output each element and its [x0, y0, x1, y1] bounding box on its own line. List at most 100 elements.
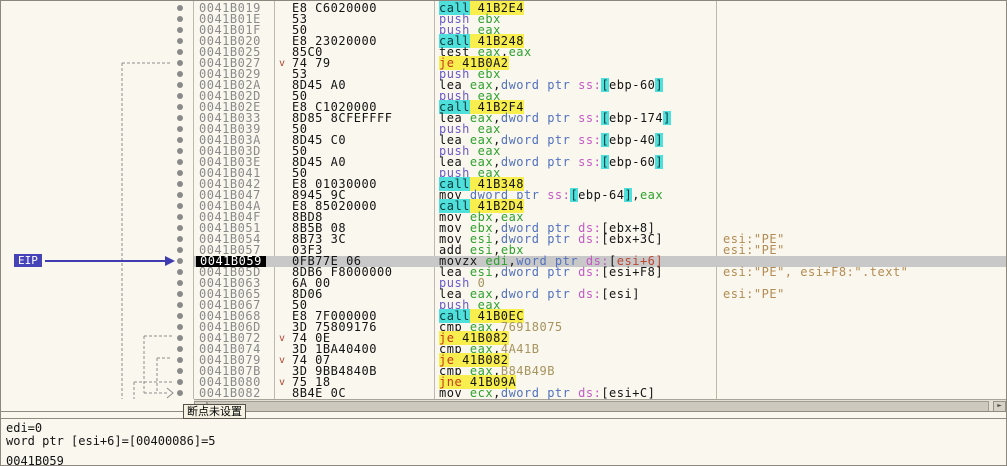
breakpoint-dot[interactable]	[177, 82, 183, 88]
comment-cell: esi:"PE", esi+F8:".text"	[723, 267, 908, 278]
breakpoint-dot[interactable]	[177, 302, 183, 308]
instruction-token: ptr	[547, 78, 570, 92]
disassembly-rows: 0041B019E8 C6020000call 41B2E40041B01E53…	[1, 1, 1006, 399]
instruction-token: mov	[439, 386, 462, 400]
instruction-token: ptr	[547, 232, 570, 246]
bytes-cell: 8D85 8CFEFFFF	[292, 113, 392, 124]
breakpoint-dot[interactable]	[177, 16, 183, 22]
instruction-token	[570, 386, 578, 400]
instruction-cell: mov ecx,dword ptr ds:[esi+C]	[439, 388, 655, 399]
instruction-token: ss:	[578, 111, 601, 125]
breakpoint-dot[interactable]	[177, 203, 183, 209]
instruction-token: ,	[493, 265, 501, 279]
jump-direction-marker-icon: v	[279, 58, 286, 69]
instruction-token: ds:	[578, 287, 601, 301]
instruction-token: ptr	[547, 111, 570, 125]
breakpoint-dot[interactable]	[177, 49, 183, 55]
instruction-token: ds:	[578, 232, 601, 246]
status-line-edi: edi=0	[6, 422, 42, 434]
disasm-row[interactable]: 0041B02A8D45 A0lea eax,dword ptr ss:[ebp…	[1, 80, 1006, 91]
breakpoint-dot[interactable]	[177, 93, 183, 99]
info-panel: edi=0 word ptr [esi+6]=[00400086]=5 0041…	[1, 419, 1006, 465]
instruction-token: [	[601, 155, 609, 169]
instruction-token: ]	[655, 133, 663, 147]
status-line-memref: word ptr [esi+6]=[00400086]=5	[6, 435, 216, 447]
breakpoint-dot[interactable]	[177, 71, 183, 77]
instruction-token: dword	[501, 78, 540, 92]
instruction-token: eax	[640, 188, 663, 202]
instruction-token: ]	[655, 155, 663, 169]
instruction-token: ss:	[547, 188, 570, 202]
disasm-row[interactable]: 0041B0658D06lea eax,dword ptr ds:[esi]es…	[1, 289, 1006, 300]
disassembly-panel[interactable]: EIP 0041B019E8 C6020000call 41B2E40041B0…	[1, 1, 1006, 399]
horizontal-scrollbar[interactable]: ◄ ►	[194, 399, 1006, 411]
breakpoint-dot[interactable]	[177, 170, 183, 176]
breakpoint-dot[interactable]	[177, 291, 183, 297]
breakpoint-dot[interactable]	[177, 324, 183, 330]
instruction-token: ptr	[547, 133, 570, 147]
eip-label: EIP	[14, 254, 42, 267]
breakpoint-dot[interactable]	[177, 137, 183, 143]
breakpoint-dot[interactable]	[177, 258, 183, 264]
instruction-token: ss:	[578, 133, 601, 147]
breakpoint-dot[interactable]	[177, 148, 183, 154]
instruction-token: ptr	[547, 287, 570, 301]
disasm-row[interactable]: 0041B01E53push ebx	[1, 14, 1006, 25]
disasm-row[interactable]: 0041B05D8DB6 F8000000lea esi,dword ptr d…	[1, 267, 1006, 278]
jump-direction-marker-icon: v	[279, 333, 286, 344]
breakpoint-dot[interactable]	[177, 60, 183, 66]
jump-direction-marker-icon: v	[279, 355, 286, 366]
instruction-token: [esi]	[601, 287, 640, 301]
breakpoint-dot[interactable]	[177, 368, 183, 374]
breakpoint-dot[interactable]	[177, 236, 183, 242]
instruction-token: ebp-174	[609, 111, 663, 125]
disasm-row[interactable]: 0041B0338D85 8CFEFFFFlea eax,dword ptr s…	[1, 113, 1006, 124]
breakpoint-dot[interactable]	[177, 115, 183, 121]
breakpoint-dot[interactable]	[177, 126, 183, 132]
instruction-token	[570, 265, 578, 279]
instruction-token	[570, 111, 578, 125]
instruction-token: [	[601, 78, 609, 92]
breakpoint-dot[interactable]	[177, 247, 183, 253]
breakpoint-dot[interactable]	[177, 192, 183, 198]
breakpoint-dot[interactable]	[177, 27, 183, 33]
breakpoint-dot[interactable]	[177, 104, 183, 110]
instruction-token: ,	[493, 386, 501, 400]
comment-cell: esi:"PE"	[723, 245, 785, 256]
instruction-token: ]	[655, 78, 663, 92]
breakpoint-dot[interactable]	[177, 269, 183, 275]
breakpoint-dot[interactable]	[177, 225, 183, 231]
splitter-line[interactable]	[1, 418, 1006, 419]
instruction-token: dword	[501, 265, 540, 279]
instruction-token	[570, 287, 578, 301]
breakpoint-dot[interactable]	[177, 280, 183, 286]
breakpoint-dot[interactable]	[177, 357, 183, 363]
breakpoint-dot[interactable]	[177, 5, 183, 11]
disasm-row[interactable]: 0041B03E8D45 A0lea eax,dword ptr ss:[ebp…	[1, 157, 1006, 168]
breakpoint-tooltip: 断点未设置	[183, 404, 246, 419]
breakpoint-dot[interactable]	[177, 214, 183, 220]
splitter-line[interactable]	[1, 411, 1006, 412]
breakpoint-dot[interactable]	[177, 346, 183, 352]
instruction-token: dword	[501, 287, 540, 301]
breakpoint-dot[interactable]	[177, 335, 183, 341]
breakpoint-dot[interactable]	[177, 159, 183, 165]
breakpoint-dot[interactable]	[177, 379, 183, 385]
instruction-token: [	[570, 188, 578, 202]
instruction-token: [ebx+3C]	[601, 232, 663, 246]
instruction-token	[570, 232, 578, 246]
breakpoint-dot[interactable]	[177, 313, 183, 319]
breakpoint-dot[interactable]	[177, 390, 183, 396]
disasm-row[interactable]: 0041B03A8D45 C0lea eax,dword ptr ss:[ebp…	[1, 135, 1006, 146]
instruction-token: ss:	[578, 78, 601, 92]
breakpoint-dot[interactable]	[177, 38, 183, 44]
breakpoint-dot[interactable]	[177, 181, 183, 187]
instruction-token: ds:	[578, 386, 601, 400]
instruction-token: [	[601, 111, 609, 125]
disasm-row[interactable]: 0041B0828B4E 0Cmov ecx,dword ptr ds:[esi…	[1, 388, 1006, 399]
status-line-address: 0041B059	[6, 455, 64, 466]
instruction-token: [esi+F8]	[601, 265, 663, 279]
disasm-row[interactable]: 0041B019E8 C6020000call 41B2E4	[1, 3, 1006, 14]
instruction-token: eax	[509, 45, 532, 59]
disasm-row[interactable]: 0041B027v74 79je 41B0A2	[1, 58, 1006, 69]
